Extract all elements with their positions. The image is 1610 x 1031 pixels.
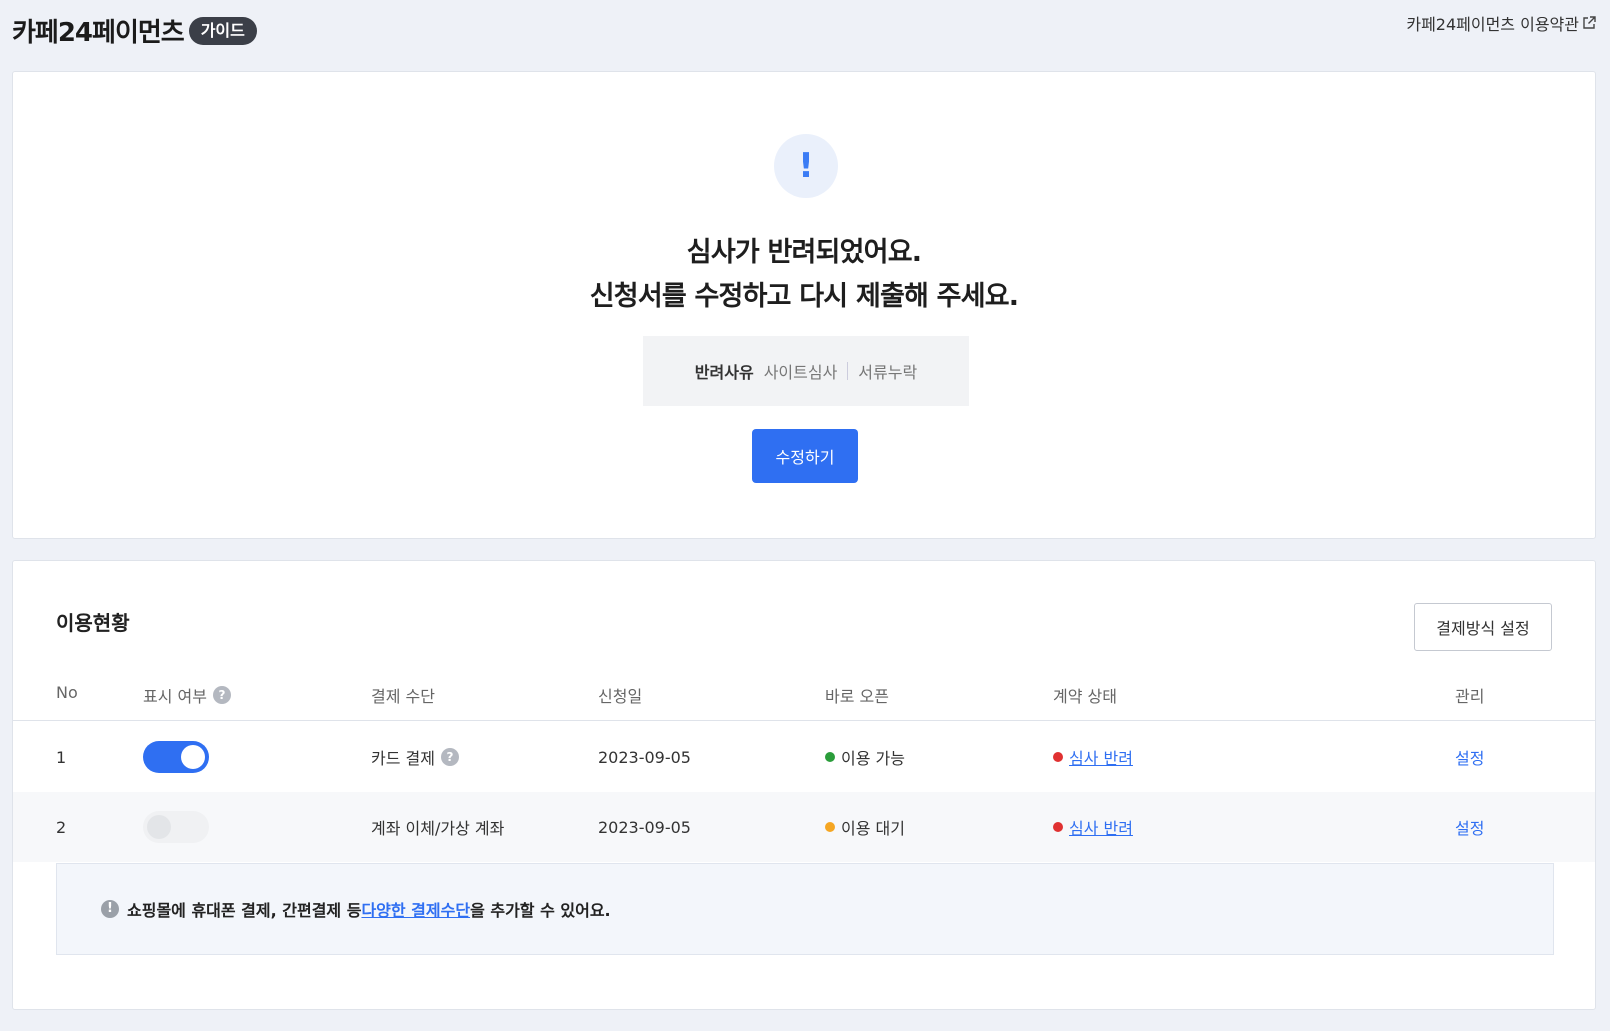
display-toggle[interactable] (143, 811, 209, 843)
table-header: No 표시 여부 ? 결제 수단 신청일 바로 오픈 계약 상태 관리 (13, 665, 1595, 721)
column-display: 표시 여부 ? (143, 683, 231, 707)
settings-link[interactable]: 설정 (1455, 815, 1484, 839)
info-text-before: 쇼핑몰에 휴대폰 결제, 간편결제 등 (127, 901, 362, 920)
open-status: 이용 가능 (841, 749, 905, 768)
status-dot-green (825, 752, 835, 762)
reason-item: 사이트심사 (763, 363, 838, 382)
status-dot-red (1053, 822, 1063, 832)
column-contract: 계약 상태 (1053, 687, 1117, 706)
apply-date: 2023-09-05 (598, 817, 691, 837)
page-header: 카페24페이먼츠 가이드 카페24페이먼츠 이용약관 (0, 0, 1610, 70)
reason-divider (847, 362, 849, 380)
contract-status-link[interactable]: 심사 반려 (1069, 815, 1133, 839)
open-status: 이용 대기 (841, 819, 905, 838)
column-manage: 관리 (1455, 687, 1485, 706)
reason-label: 반려사유 (694, 363, 754, 382)
rejection-title-line1: 심사가 반려되었어요. (686, 237, 922, 268)
display-toggle[interactable] (143, 741, 209, 773)
brand-title: 카페24페이먼츠 (12, 18, 185, 48)
terms-link[interactable]: 카페24페이먼츠 이용약관 (1406, 11, 1596, 35)
row-no: 2 (56, 817, 67, 837)
help-icon[interactable]: ? (440, 748, 459, 766)
usage-status-card: 이용현황 결제방식 설정 No 표시 여부 ? 결제 수단 신청일 바로 오픈 … (12, 560, 1596, 1010)
payment-method: 계좌 이체/가상 계좌 (371, 819, 505, 838)
row-no: 1 (56, 747, 67, 767)
info-notice: ! 쇼핑몰에 휴대폰 결제, 간편결제 등 다양한 결제수단 을 추가할 수 있… (56, 863, 1554, 955)
external-link-icon (1583, 16, 1596, 29)
info-icon: ! (101, 900, 119, 918)
column-date: 신청일 (598, 687, 643, 706)
status-dot-red (1053, 752, 1063, 762)
rejection-reason-box: 반려사유 사이트심사 서류누락 (643, 336, 969, 406)
column-open: 바로 오픈 (825, 687, 889, 706)
toggle-knob (147, 815, 171, 839)
section-title: 이용현황 (56, 611, 130, 635)
info-text-after: 을 추가할 수 있어요. (470, 901, 611, 920)
toggle-knob (181, 745, 205, 769)
status-dot-orange (825, 822, 835, 832)
terms-link-label: 카페24페이먼츠 이용약관 (1406, 15, 1579, 34)
contract-status-link[interactable]: 심사 반려 (1069, 745, 1133, 769)
settings-link[interactable]: 설정 (1455, 745, 1484, 769)
payment-method: 카드 결제 (371, 749, 435, 768)
rejection-title-line2: 신청서를 수정하고 다시 제출해 주세요. (589, 281, 1019, 312)
column-no: No (56, 683, 78, 702)
alert-icon: ! (774, 134, 838, 198)
table-row: 1 카드 결제 ? 2023-09-05 이용 가능 심사 반려 설정 (13, 722, 1595, 792)
reason-item: 서류누락 (858, 363, 918, 382)
column-method: 결제 수단 (371, 687, 435, 706)
apply-date: 2023-09-05 (598, 747, 691, 767)
table-row: 2 계좌 이체/가상 계좌 2023-09-05 이용 대기 심사 반려 설정 (13, 792, 1595, 862)
help-icon[interactable]: ? (212, 686, 231, 704)
payment-methods-link[interactable]: 다양한 결제수단 (361, 897, 470, 921)
brand: 카페24페이먼츠 가이드 (12, 12, 257, 49)
edit-application-button[interactable]: 수정하기 (752, 429, 858, 483)
payment-method-settings-button[interactable]: 결제방식 설정 (1414, 603, 1552, 651)
guide-badge[interactable]: 가이드 (188, 16, 257, 45)
rejection-card: ! 심사가 반려되었어요. 신청서를 수정하고 다시 제출해 주세요. 반려사유… (12, 71, 1596, 539)
